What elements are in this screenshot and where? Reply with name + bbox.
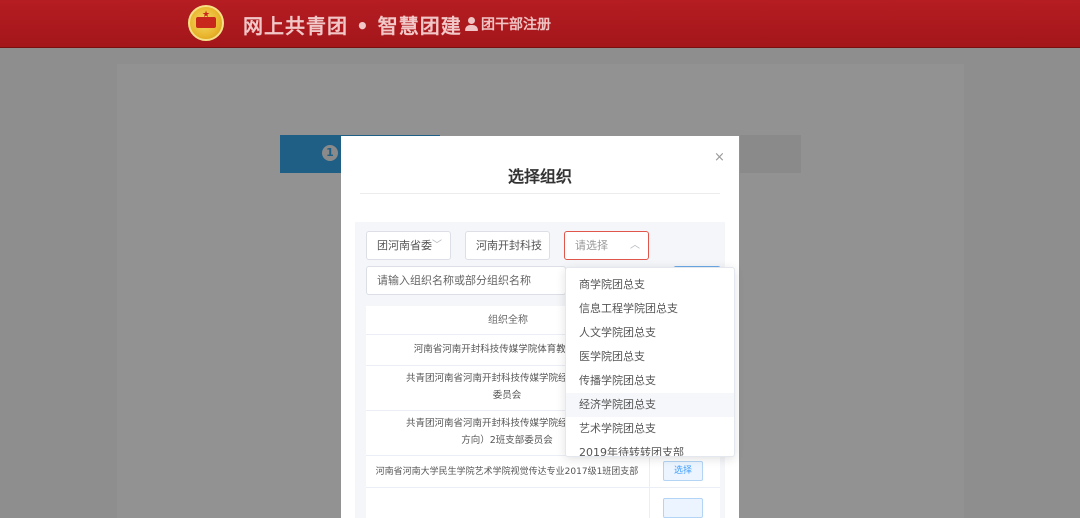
dropdown-option[interactable]: 传播学院团总支 xyxy=(566,369,734,393)
province-select-value: 团河南省委 xyxy=(377,239,432,252)
dropdown-option-hovered[interactable]: 经济学院团总支 xyxy=(566,393,734,417)
chevron-down-icon: ﹀ xyxy=(531,240,541,251)
dialog-title: 选择组织 xyxy=(507,167,572,186)
school-select[interactable]: 河南开封科技 ﹀ xyxy=(465,231,550,260)
dropdown-option[interactable]: 医学院团总支 xyxy=(566,345,734,369)
dropdown-option[interactable]: 2019年待转转团支部 xyxy=(566,441,734,456)
step-indicator-next xyxy=(740,135,801,173)
dropdown-option[interactable]: 商学院团总支 xyxy=(566,273,734,297)
org-search-input[interactable]: 请输入组织名称或部分组织名称 xyxy=(366,266,566,295)
site-title: 网上共青团 • 智慧团建 xyxy=(243,14,462,38)
department-select[interactable]: 请选择 ︿ xyxy=(564,231,649,260)
chevron-up-icon: ︿ xyxy=(630,240,640,251)
province-select[interactable]: 团河南省委 ﹀ xyxy=(366,231,451,260)
cadre-register-link[interactable]: 团干部注册 xyxy=(465,14,551,34)
dialog-divider xyxy=(360,193,720,194)
table-row: 河南省河南大学民生学院艺术学院视觉传达专业2017级1班团支部 选择 xyxy=(366,456,720,488)
chevron-down-icon: ﹀ xyxy=(432,240,442,251)
table-row xyxy=(366,488,720,518)
dropdown-option[interactable]: 艺术学院团总支 xyxy=(566,417,734,441)
choose-button[interactable]: 选择 xyxy=(663,461,703,481)
choose-button[interactable] xyxy=(663,498,703,518)
league-emblem-logo: ★ xyxy=(188,5,224,41)
site-header: ★ 网上共青团 • 智慧团建 团干部注册 xyxy=(0,0,1080,48)
department-dropdown: 商学院团总支 信息工程学院团总支 人文学院团总支 医学院团总支 传播学院团总支 … xyxy=(565,267,735,457)
dropdown-option[interactable]: 信息工程学院团总支 xyxy=(566,297,734,321)
user-icon xyxy=(465,16,479,32)
cadre-register-label: 团干部注册 xyxy=(481,17,551,33)
close-icon[interactable]: × xyxy=(714,150,725,165)
dropdown-option[interactable]: 人文学院团总支 xyxy=(566,321,734,345)
step-number: 1 xyxy=(322,145,338,161)
org-name: 河南省河南大学民生学院艺术学院视觉传达专业2017级1班团支部 xyxy=(375,467,639,477)
department-select-value: 请选择 xyxy=(575,239,608,252)
